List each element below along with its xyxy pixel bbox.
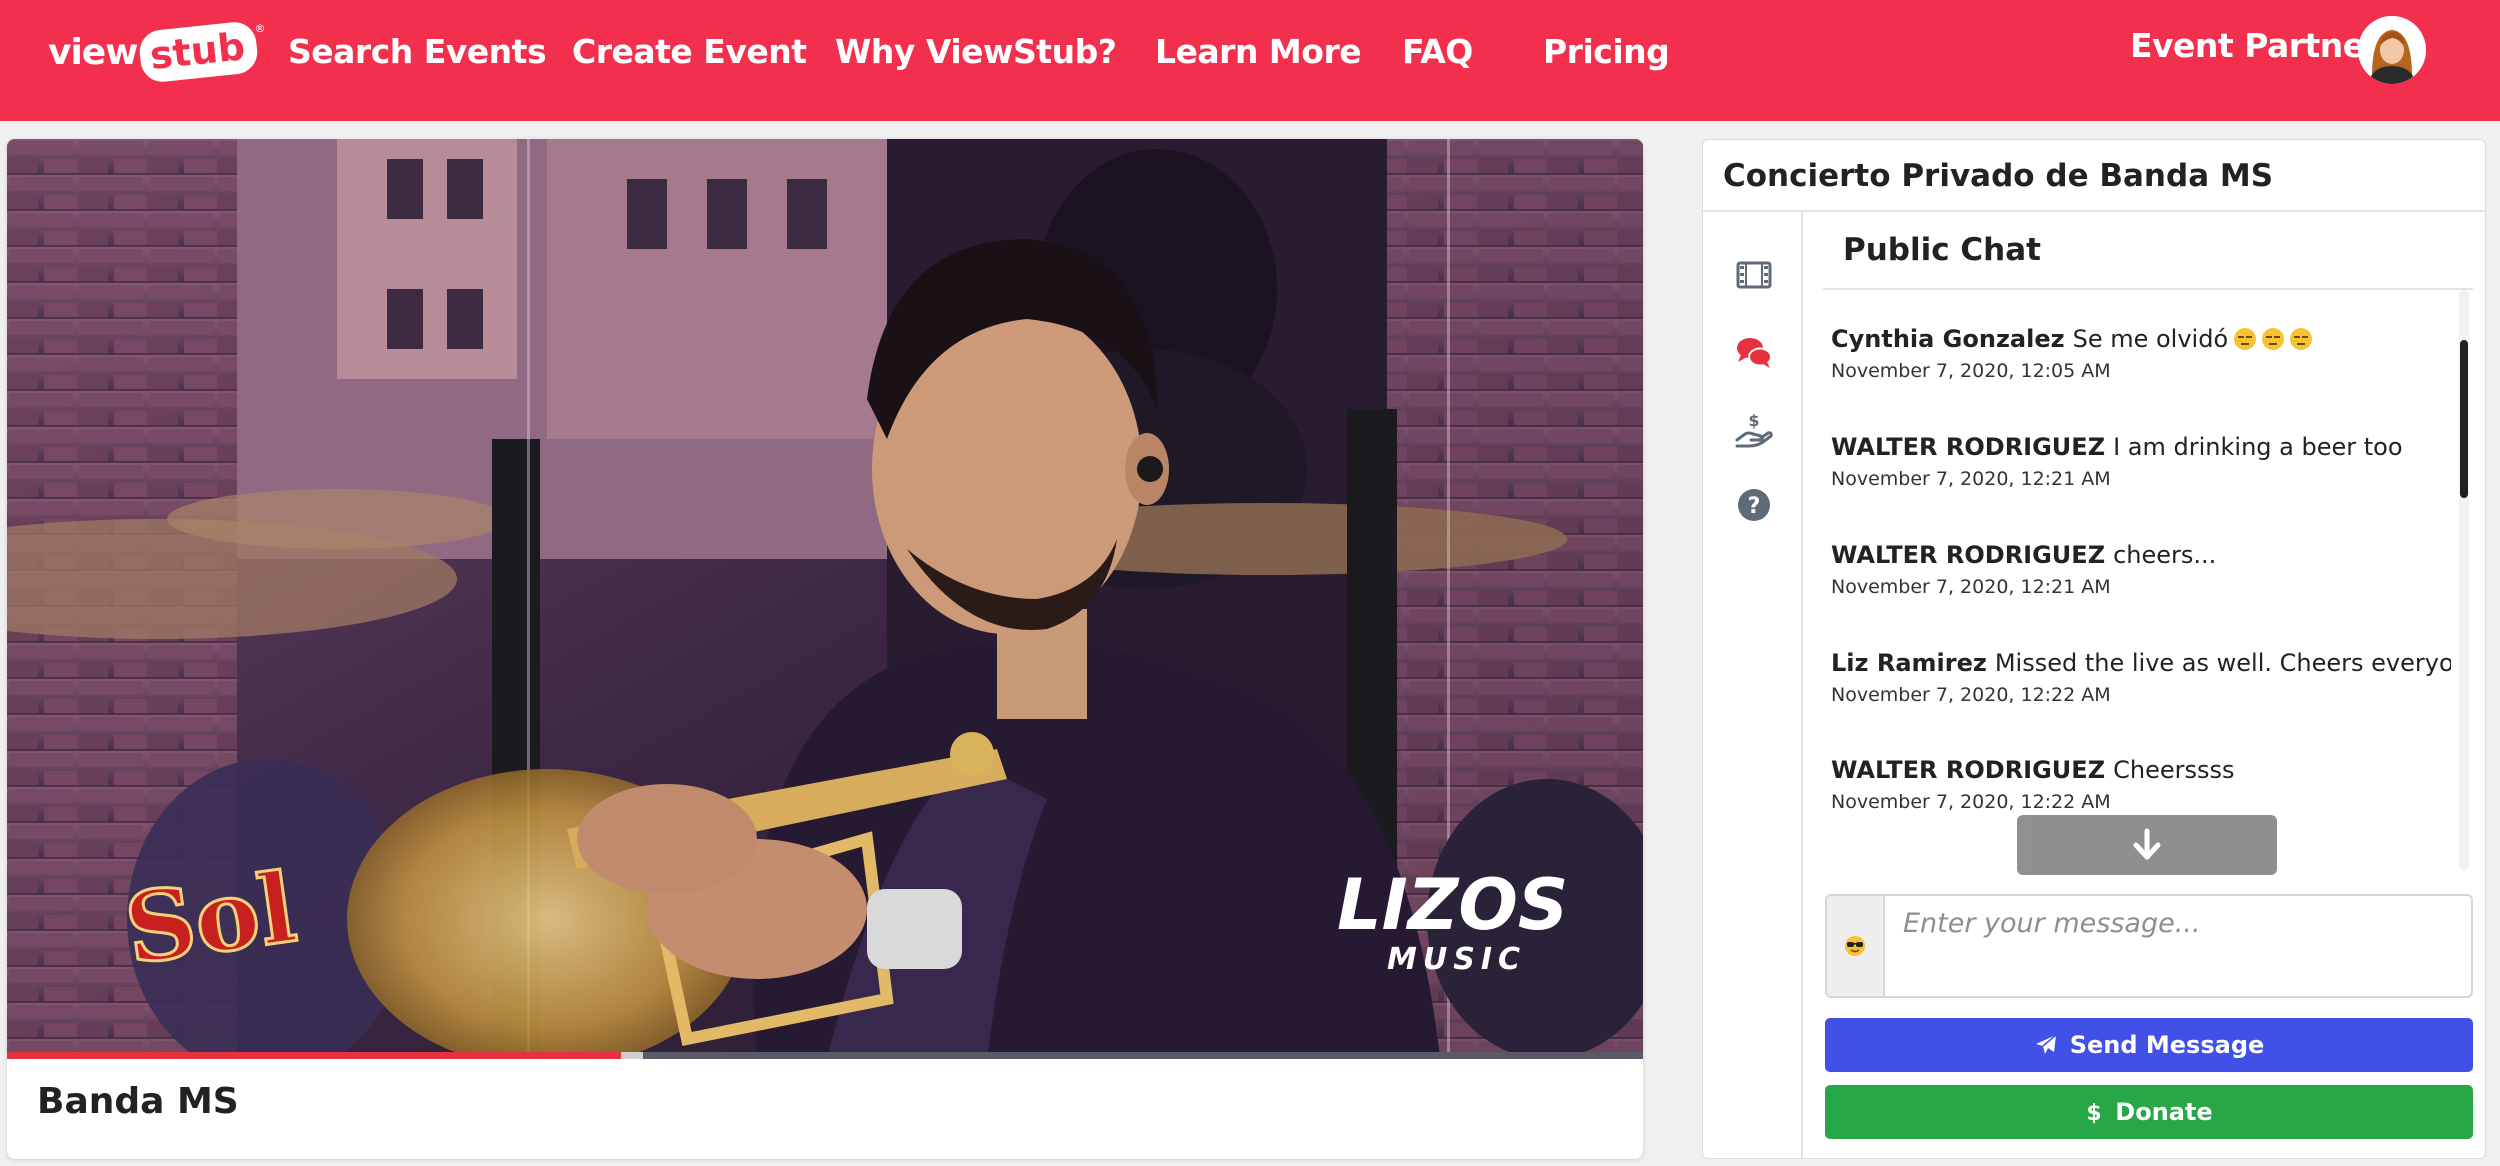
chat-text: I am drinking a beer too xyxy=(2113,433,2403,461)
video-progress-bar[interactable] xyxy=(7,1052,1643,1059)
svg-text:$: $ xyxy=(1748,411,1759,430)
donate-hand-icon[interactable]: $ xyxy=(1735,410,1773,448)
svg-text:$: $ xyxy=(2087,1101,2102,1125)
chat-message: Liz Ramirez Missed the live as well. Chee… xyxy=(1831,646,2451,710)
pensive-emoji-icon xyxy=(2234,328,2257,350)
chat-text: Se me olvidó xyxy=(2072,325,2229,353)
chat-message: WALTER RODRIGUEZ cheers... November 7, 20… xyxy=(1831,538,2216,602)
logo-view-text: view xyxy=(48,31,138,73)
concert-video-frame: Sol LIZOS MUSIC xyxy=(7,139,1643,1059)
dollar-icon: $ xyxy=(2087,1101,2102,1125)
panel-title-divider xyxy=(1703,210,2485,212)
nav-link-why-viewstub[interactable]: Why ViewStub? xyxy=(835,30,1117,74)
sunglasses-emoji-icon xyxy=(1845,936,1865,956)
top-navbar: view stub ® Search Events Create Event W… xyxy=(0,0,2500,121)
chat-author: WALTER RODRIGUEZ xyxy=(1831,756,2106,784)
chat-text: Missed the live as well. Cheers everyone… xyxy=(1994,649,2451,677)
pensive-emoji-icon xyxy=(2262,328,2285,350)
chat-message-input[interactable] xyxy=(1889,896,2469,996)
public-chat-heading: Public Chat xyxy=(1843,232,2041,268)
nav-link-faq[interactable]: FAQ xyxy=(1402,30,1473,74)
chat-timestamp: November 7, 2020, 12:21 AM xyxy=(1831,576,2111,598)
sol-watermark: Sol xyxy=(119,851,303,987)
donate-button[interactable]: $ Donate xyxy=(1825,1085,2473,1139)
logo-registered-mark: ® xyxy=(254,22,266,35)
send-message-button[interactable]: Send Message xyxy=(1825,1018,2473,1072)
emoji-picker-button[interactable] xyxy=(1827,896,1885,996)
lizos-watermark: LIZOS xyxy=(1337,864,1568,946)
avatar-portrait-icon xyxy=(2358,16,2426,84)
chat-heading-divider xyxy=(1823,288,2473,290)
event-side-panel: Concierto Privado de Banda MS $ ? Public… xyxy=(1702,139,2486,1159)
nav-link-learn-more[interactable]: Learn More xyxy=(1155,30,1362,74)
paper-plane-icon xyxy=(2035,1034,2057,1054)
nav-link-search-events[interactable]: Search Events xyxy=(288,30,547,74)
chat-timestamp: November 7, 2020, 12:05 AM xyxy=(1831,360,2111,382)
panel-event-name: Concierto Privado de Banda MS xyxy=(1723,158,2274,194)
event-partner-link[interactable]: Event Partner xyxy=(2130,24,2381,68)
film-icon[interactable] xyxy=(1735,256,1773,294)
logo-stub-text: stub xyxy=(138,20,260,84)
arrow-down-icon xyxy=(2133,828,2161,860)
svg-text:?: ? xyxy=(1748,494,1761,519)
chat-message: WALTER RODRIGUEZ Cheerssss November 7, 20… xyxy=(1831,753,2234,817)
pensive-emoji-icon xyxy=(2290,328,2313,350)
donate-label: Donate xyxy=(2115,1098,2213,1126)
chat-author: Liz Ramirez xyxy=(1831,649,1987,677)
chat-message: Cynthia Gonzalez Se me olvidó November 7,… xyxy=(1831,322,2313,386)
lizos-music-watermark: MUSIC xyxy=(1387,942,1526,977)
user-avatar[interactable] xyxy=(2358,16,2426,84)
video-progress-handle[interactable] xyxy=(620,1052,643,1059)
help-icon[interactable]: ? xyxy=(1735,486,1773,524)
video-player[interactable]: Sol LIZOS MUSIC xyxy=(7,139,1643,1059)
chat-text: Cheerssss xyxy=(2113,756,2235,784)
video-card: Sol LIZOS MUSIC Banda MS xyxy=(7,139,1643,1159)
nav-link-create-event[interactable]: Create Event xyxy=(572,30,807,74)
chat-author: WALTER RODRIGUEZ xyxy=(1831,433,2106,461)
chat-author: WALTER RODRIGUEZ xyxy=(1831,541,2106,569)
nav-link-pricing[interactable]: Pricing xyxy=(1543,30,1670,74)
video-event-title: Banda MS xyxy=(37,1081,239,1122)
chat-message-list[interactable]: Cynthia Gonzalez Se me olvidó November 7,… xyxy=(1831,300,2451,880)
chat-text: cheers... xyxy=(2113,541,2217,569)
chat-timestamp: November 7, 2020, 12:21 AM xyxy=(1831,468,2111,490)
chat-timestamp: November 7, 2020, 12:22 AM xyxy=(1831,791,2111,813)
chat-timestamp: November 7, 2020, 12:22 AM xyxy=(1831,684,2111,706)
send-message-label: Send Message xyxy=(2069,1031,2265,1059)
chat-author: Cynthia Gonzalez xyxy=(1831,325,2065,353)
chat-input-group xyxy=(1825,894,2473,998)
comments-icon[interactable] xyxy=(1735,334,1773,372)
video-progress-fill xyxy=(7,1052,621,1059)
chat-scrollbar-thumb[interactable] xyxy=(2460,340,2468,498)
chat-message: WALTER RODRIGUEZ I am drinking a beer too… xyxy=(1831,430,2403,494)
scroll-to-latest-button[interactable] xyxy=(2017,815,2277,875)
panel-icon-column: $ ? xyxy=(1703,212,1803,1158)
viewstub-logo[interactable]: view stub ® xyxy=(48,20,266,84)
